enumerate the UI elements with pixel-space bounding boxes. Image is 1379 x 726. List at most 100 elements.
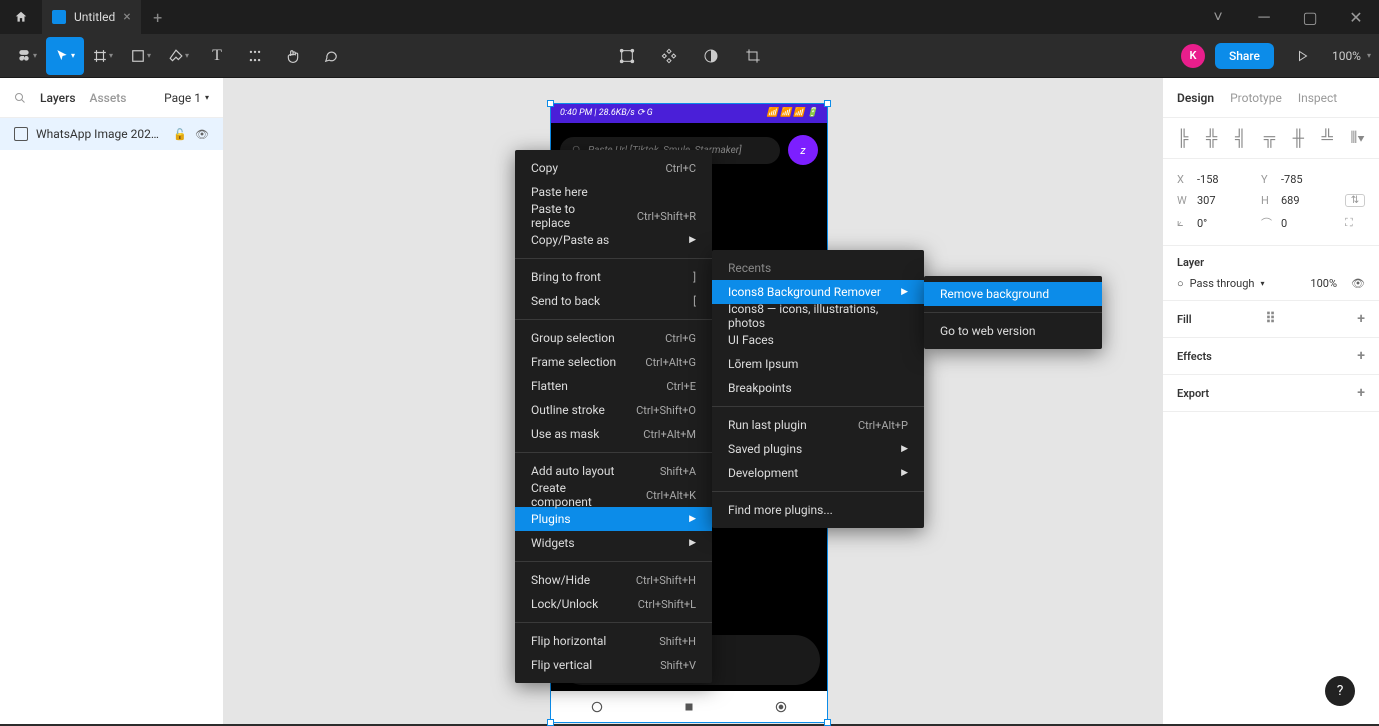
- crop-tool[interactable]: [734, 37, 772, 75]
- menu-item[interactable]: Icons8 — icons, illustrations, photos: [712, 304, 924, 328]
- menu-item[interactable]: Find more plugins...: [712, 498, 924, 522]
- y-input[interactable]: -785: [1281, 173, 1339, 186]
- menu-item[interactable]: Show/HideCtrl+Shift+H: [515, 568, 712, 592]
- submenu-arrow-icon: ▶: [901, 468, 908, 478]
- present-button[interactable]: [1284, 37, 1322, 75]
- move-tool[interactable]: ▾: [46, 37, 84, 75]
- mask-tool[interactable]: [692, 37, 730, 75]
- align-left-icon[interactable]: ╠: [1177, 128, 1188, 148]
- menu-item[interactable]: Group selectionCtrl+G: [515, 326, 712, 350]
- menu-item[interactable]: Go to web version: [924, 319, 1102, 343]
- menu-item[interactable]: Copy/Paste as▶: [515, 228, 712, 252]
- selection-handle[interactable]: [547, 100, 554, 107]
- fill-section-title: Fill: [1177, 313, 1192, 326]
- figma-file-icon: [52, 10, 66, 24]
- menu-item[interactable]: Paste here: [515, 180, 712, 204]
- align-right-icon[interactable]: ╣: [1235, 128, 1246, 148]
- w-input[interactable]: 307: [1197, 194, 1255, 207]
- maximize-button[interactable]: ▢: [1287, 0, 1333, 34]
- lock-icon[interactable]: 🔓: [173, 128, 187, 141]
- menu-item[interactable]: Breakpoints: [712, 376, 924, 400]
- constrain-icon[interactable]: ⇅: [1345, 194, 1365, 207]
- chevron-down-icon[interactable]: ˅: [1195, 0, 1241, 34]
- page-selector[interactable]: Page 1▾: [164, 91, 209, 105]
- full-corner-icon[interactable]: ⛶: [1345, 216, 1365, 230]
- align-vcenter-icon[interactable]: ╫: [1293, 128, 1304, 148]
- menu-item[interactable]: Icons8 Background Remover▶: [712, 280, 924, 304]
- menu-item[interactable]: Outline strokeCtrl+Shift+O: [515, 398, 712, 422]
- play-icon: [1297, 50, 1309, 62]
- add-effect-button[interactable]: +: [1357, 348, 1365, 364]
- close-window-button[interactable]: ✕: [1333, 0, 1379, 34]
- menu-item[interactable]: Bring to front]: [515, 265, 712, 289]
- assets-tab[interactable]: Assets: [90, 91, 127, 105]
- edit-object-tool[interactable]: [608, 37, 646, 75]
- frame-tool[interactable]: ▾: [84, 37, 122, 75]
- shape-tool[interactable]: ▾: [122, 37, 160, 75]
- menu-item[interactable]: Flip verticalShift+V: [515, 653, 712, 677]
- rectangle-icon: [131, 49, 145, 63]
- close-tab-icon[interactable]: ×: [123, 9, 130, 25]
- menu-item[interactable]: Saved plugins▶: [712, 437, 924, 461]
- selection-handle[interactable]: [824, 719, 831, 726]
- help-button[interactable]: ?: [1325, 676, 1355, 706]
- menu-item[interactable]: Frame selectionCtrl+Alt+G: [515, 350, 712, 374]
- resources-tool[interactable]: [236, 37, 274, 75]
- rotation-input[interactable]: 0°: [1197, 217, 1255, 230]
- zoom-control[interactable]: 100%▾: [1332, 49, 1371, 63]
- menu-item[interactable]: Run last pluginCtrl+Alt+P: [712, 413, 924, 437]
- user-avatar[interactable]: K: [1181, 44, 1205, 68]
- file-tab[interactable]: Untitled ×: [42, 0, 141, 34]
- menu-item[interactable]: Widgets▶: [515, 531, 712, 555]
- menu-item[interactable]: Send to back[: [515, 289, 712, 313]
- hand-icon: [286, 49, 300, 63]
- menu-item[interactable]: Lock/UnlockCtrl+Shift+L: [515, 592, 712, 616]
- opacity-input[interactable]: 100%: [1310, 277, 1337, 290]
- component-icon: [661, 48, 677, 64]
- selection-handle[interactable]: [824, 100, 831, 107]
- menu-item[interactable]: UI Faces: [712, 328, 924, 352]
- visibility-icon[interactable]: 👁: [195, 128, 209, 141]
- prototype-tab[interactable]: Prototype: [1230, 91, 1282, 105]
- new-tab-button[interactable]: +: [141, 8, 175, 27]
- menu-item[interactable]: Paste to replaceCtrl+Shift+R: [515, 204, 712, 228]
- menu-item[interactable]: Lōrem Ipsum: [712, 352, 924, 376]
- menu-item[interactable]: Flip horizontalShift+H: [515, 629, 712, 653]
- align-bottom-icon[interactable]: ╩: [1322, 128, 1333, 148]
- distribute-icon[interactable]: ⫴▾: [1350, 128, 1365, 148]
- x-input[interactable]: -158: [1197, 173, 1255, 186]
- search-icon[interactable]: [14, 92, 26, 104]
- inspect-tab[interactable]: Inspect: [1298, 91, 1337, 105]
- layers-tab[interactable]: Layers: [40, 91, 76, 105]
- menu-item[interactable]: Use as maskCtrl+Alt+M: [515, 422, 712, 446]
- share-button[interactable]: Share: [1215, 43, 1274, 69]
- corner-input[interactable]: 0: [1281, 217, 1339, 230]
- fill-options-icon[interactable]: ⠿: [1265, 311, 1275, 327]
- pen-tool[interactable]: ▾: [160, 37, 198, 75]
- menu-item[interactable]: FlattenCtrl+E: [515, 374, 712, 398]
- layer-name: WhatsApp Image 2022-07...: [36, 127, 165, 141]
- component-tool[interactable]: [650, 37, 688, 75]
- align-top-icon[interactable]: ╦: [1264, 128, 1275, 148]
- layer-item[interactable]: WhatsApp Image 2022-07... 🔓 👁: [0, 118, 223, 150]
- hand-tool[interactable]: [274, 37, 312, 75]
- minimize-button[interactable]: ─: [1241, 0, 1287, 34]
- align-hcenter-icon[interactable]: ╬: [1206, 128, 1217, 148]
- selection-handle[interactable]: [547, 719, 554, 726]
- menu-item[interactable]: CopyCtrl+C: [515, 156, 712, 180]
- home-button[interactable]: [0, 0, 42, 34]
- comment-tool[interactable]: [312, 37, 350, 75]
- h-input[interactable]: 689: [1281, 194, 1339, 207]
- menu-item[interactable]: Add auto layoutShift+A: [515, 459, 712, 483]
- design-tab[interactable]: Design: [1177, 91, 1214, 105]
- main-menu-button[interactable]: ▾: [8, 37, 46, 75]
- menu-item[interactable]: Create componentCtrl+Alt+K: [515, 483, 712, 507]
- add-fill-button[interactable]: +: [1357, 311, 1365, 327]
- text-tool[interactable]: T: [198, 37, 236, 75]
- blend-mode-select[interactable]: Pass through: [1190, 277, 1255, 290]
- menu-item[interactable]: Plugins▶: [515, 507, 712, 531]
- menu-item[interactable]: Development▶: [712, 461, 924, 485]
- visibility-icon[interactable]: 👁: [1351, 277, 1365, 290]
- menu-item[interactable]: Remove background: [924, 282, 1102, 306]
- add-export-button[interactable]: +: [1357, 385, 1365, 401]
